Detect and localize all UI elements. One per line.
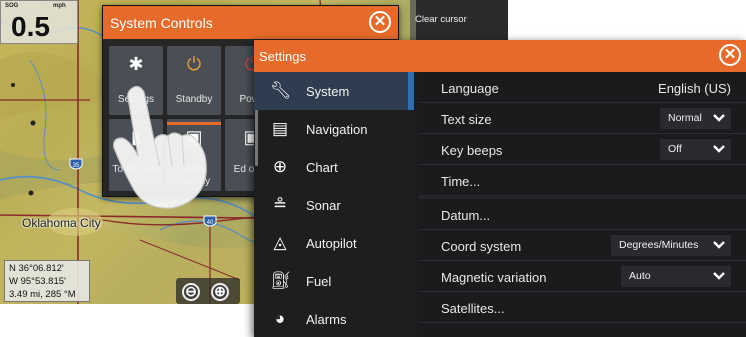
gear-icon: ✱: [128, 54, 144, 74]
setting-row-text-size: Text size Normal: [419, 103, 746, 134]
globe-icon: ⊕: [272, 157, 288, 176]
setting-label: Key beeps: [441, 143, 503, 158]
sidebar-item-label: Alarms: [306, 312, 347, 327]
zoom-out-button[interactable]: ⊖: [182, 283, 200, 301]
magnetic-variation-dropdown[interactable]: Auto: [621, 266, 731, 287]
sidebar-item-navigation[interactable]: ▤ Navigation: [254, 110, 414, 148]
shield-number-35: 35: [73, 163, 80, 169]
sidebar-item-autopilot[interactable]: ◬ Autopilot: [254, 224, 414, 262]
setting-row-datum[interactable]: Datum...: [419, 199, 746, 230]
setting-row-time[interactable]: Time...: [419, 165, 746, 199]
setting-row-key-beeps: Key beeps Off: [419, 134, 746, 165]
sidebar-item-label: Chart: [306, 160, 338, 175]
sidebar-item-chart[interactable]: ⊕ Chart: [254, 148, 414, 186]
dropdown-value: Degrees/Minutes: [619, 239, 699, 251]
city-label: Oklahoma City: [22, 216, 101, 230]
settings-sidebar: 🔧︎ System ▤ Navigation ⊕ Chart ≗ Sonar ◬…: [254, 72, 414, 337]
chevron-down-icon: [713, 272, 725, 280]
settings-content: Language English (US) Text size Normal K…: [419, 72, 746, 337]
hand-pointer-icon: [113, 85, 207, 209]
key-beeps-dropdown[interactable]: Off: [660, 139, 731, 160]
sidebar-item-label: Autopilot: [306, 236, 357, 251]
setting-row-magnetic-variation: Magnetic variation Auto: [419, 261, 746, 292]
active-indicator: [408, 72, 414, 110]
close-icon[interactable]: ✕: [369, 11, 391, 33]
chevron-down-icon: [713, 145, 725, 153]
dropdown-value: Off: [668, 143, 682, 155]
sidebar-item-alarms[interactable]: ◕ Alarms: [254, 300, 414, 337]
zoom-in-button[interactable]: ⊕: [211, 283, 229, 301]
coord-range-bearing: 3.49 mi, 285 °M: [9, 289, 76, 300]
text-size-dropdown[interactable]: Normal: [660, 108, 731, 129]
setting-label: Satellites...: [441, 301, 505, 316]
sidebar-item-system[interactable]: 🔧︎ System: [254, 72, 414, 110]
system-controls-header: System Controls ✕: [103, 6, 398, 39]
sidebar-item-label: System: [306, 84, 350, 99]
system-controls-title: System Controls: [110, 15, 213, 31]
interstate-shield-icon: 35: [69, 158, 83, 170]
setting-value: English (US): [658, 81, 731, 96]
coord-system-dropdown[interactable]: Degrees/Minutes: [611, 235, 731, 256]
setting-label: Datum...: [441, 208, 491, 223]
dropdown-value: Normal: [668, 112, 702, 124]
clear-cursor-button[interactable]: Clear cursor: [415, 14, 467, 25]
sonar-icon: ≗: [272, 195, 288, 214]
settings-dialog: Settings ✕ 🔧︎ System ▤ Navigation ⊕ Char…: [254, 40, 746, 337]
navigation-icon: ▤: [271, 119, 289, 138]
sidebar-item-label: Navigation: [306, 122, 368, 137]
setting-label: Magnetic variation: [441, 270, 547, 285]
setting-row-satellites[interactable]: Satellites...: [419, 292, 746, 323]
sidebar-item-label: Sonar: [306, 198, 341, 213]
fuel-icon: ⛽︎: [270, 271, 292, 290]
setting-label: Text size: [441, 112, 492, 127]
dropdown-value: Auto: [629, 270, 651, 282]
chevron-down-icon: [713, 241, 725, 249]
setting-label: Language: [441, 81, 499, 96]
speed-unit: mph: [53, 3, 66, 9]
power-icon: ⏻: [186, 54, 202, 74]
cursor-coordinates: N 36°06.812' W 95°53.815' 3.49 mi, 285 °…: [4, 260, 90, 302]
chevron-down-icon: [713, 114, 725, 122]
settings-header: Settings ✕: [254, 40, 746, 72]
setting-row-language[interactable]: Language English (US): [419, 72, 746, 103]
alarm-icon: ◕: [274, 309, 286, 328]
coord-latitude: N 36°06.812': [9, 263, 64, 274]
settings-title: Settings: [259, 49, 306, 64]
sidebar-item-fuel[interactable]: ⛽︎ Fuel: [254, 262, 414, 300]
screen: SOG mph 0.5 35 40 Oklahoma City N 36°06.…: [0, 0, 746, 337]
speed-display: SOG mph 0.5: [0, 0, 78, 44]
shield-number-40: 40: [207, 220, 214, 226]
sidebar-item-sonar[interactable]: ≗ Sonar: [254, 186, 414, 224]
autopilot-icon: ◬: [273, 233, 287, 252]
coord-longitude: W 95°53.815': [9, 276, 66, 287]
speed-value: 0.5: [11, 11, 50, 42]
wrench-icon: 🔧︎: [270, 81, 292, 100]
close-icon[interactable]: ✕: [719, 44, 741, 66]
speed-label: SOG: [5, 3, 19, 9]
setting-label: Time...: [441, 174, 481, 189]
setting-row-coord-system: Coord system Degrees/Minutes: [419, 230, 746, 261]
sidebar-item-label: Fuel: [306, 274, 332, 289]
setting-label: Coord system: [441, 239, 522, 254]
clear-cursor-bar: Clear cursor: [410, 0, 508, 40]
interstate-shield-icon: 40: [203, 215, 217, 227]
